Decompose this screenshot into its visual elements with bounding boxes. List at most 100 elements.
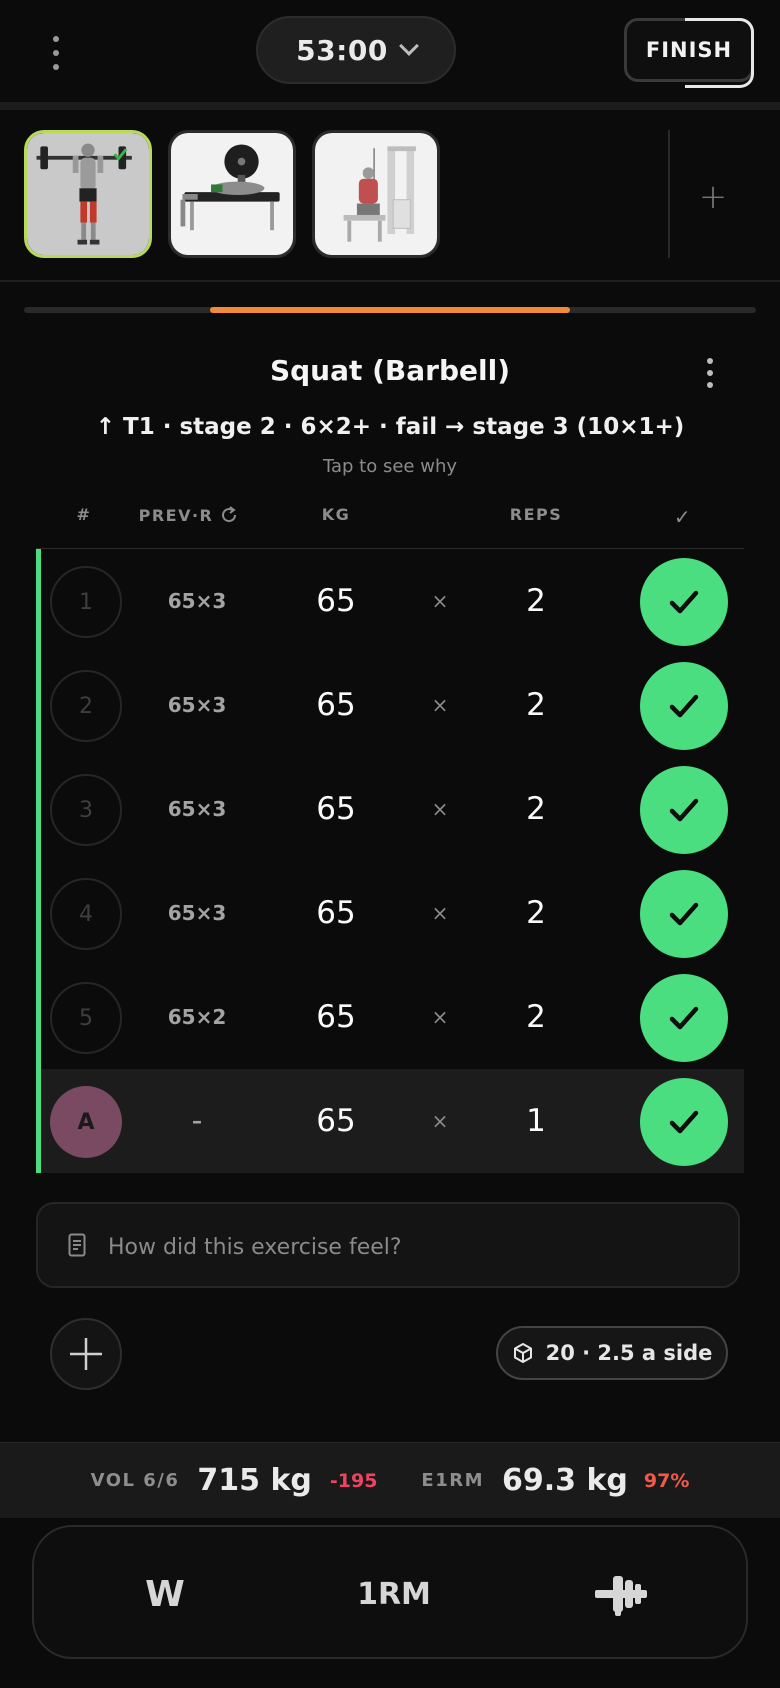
volume-label: VOL 6/6 [90,1470,180,1491]
times-symbol: × [431,589,449,613]
column-header-kg: KG [321,505,351,524]
set-number-badge[interactable]: 2 [50,670,122,742]
set-complete-button[interactable] [640,1078,728,1166]
set-complete-button[interactable] [640,558,728,646]
one-rep-max-button[interactable]: 1RM [334,1527,454,1661]
set-number-badge[interactable]: 3 [50,774,122,846]
previous-value[interactable]: 65×3 [140,549,254,653]
previous-header-label: PREV·R [138,505,214,525]
exercise-thumb-cable-row[interactable] [312,130,440,258]
previous-value[interactable]: 65×3 [140,653,254,757]
strip-divider [0,280,780,282]
set-number-badge[interactable]: 1 [50,566,122,638]
top-bar: 53:00 FINISH [0,0,780,104]
set-complete-button[interactable] [640,870,728,958]
checkmark-icon [669,1110,699,1134]
checkmark-icon [669,694,699,718]
times-symbol: × [431,693,449,717]
reps-input[interactable]: 2 [486,757,586,861]
exercise-thumb-squat[interactable] [24,130,152,258]
bottom-toolbar: W 1RM [32,1525,748,1659]
workout-menu-icon[interactable] [44,36,68,70]
kg-input[interactable]: 65 [286,861,386,965]
strip-separator [668,130,670,258]
times-symbol: × [431,1005,449,1029]
dumbbell-plate-icon [595,1576,647,1616]
finish-label: FINISH [645,38,733,62]
e1rm-label: E1RM [421,1470,485,1491]
workout-summary-bar: VOL 6/6 715 kg -195 E1RM 69.3 kg 97% [0,1442,780,1518]
column-header-set-number: # [76,505,92,524]
checkmark-icon [669,1006,699,1030]
exercise-progress-bar [24,307,756,313]
kg-input[interactable]: 65 [286,757,386,861]
checkmark-icon [669,902,699,926]
exercise-title[interactable]: Squat (Barbell) [0,354,780,387]
set-row: 3 65×3 65 × 2 [36,757,744,861]
checkmark-icon [669,590,699,614]
set-complete-button[interactable] [640,662,728,750]
previous-value[interactable]: – [140,1069,254,1173]
plate-loader-button[interactable] [586,1527,656,1661]
reps-input[interactable]: 2 [486,965,586,1069]
header-divider [0,102,780,110]
note-icon [68,1233,86,1257]
reps-input[interactable]: 1 [486,1069,586,1173]
set-complete-button[interactable] [640,766,728,854]
reps-input[interactable]: 2 [486,549,586,653]
add-set-button[interactable] [50,1318,122,1390]
exercise-thumb-bench-press[interactable] [168,130,296,258]
times-symbol: × [431,797,449,821]
add-exercise-button[interactable]: + [696,180,730,214]
previous-value[interactable]: 65×2 [140,965,254,1069]
previous-value[interactable]: 65×3 [140,861,254,965]
previous-value[interactable]: 65×3 [140,757,254,861]
column-header-previous[interactable]: PREV·R [132,505,246,525]
column-header-reps: REPS [509,505,563,524]
amrap-set-badge[interactable]: A [50,1086,122,1158]
warmup-button[interactable]: W [130,1527,200,1661]
reps-input[interactable]: 2 [486,861,586,965]
finish-button[interactable]: FINISH [624,18,754,88]
refresh-icon [222,506,237,523]
seated-row-thumbnail-icon [315,133,437,255]
exercise-progress-indicator [210,307,570,313]
set-row: 2 65×3 65 × 2 [36,653,744,757]
workout-timer-button[interactable]: 53:00 [256,16,456,84]
notes-placeholder: How did this exercise feel? [108,1234,402,1260]
set-row: 1 65×3 65 × 2 [36,549,744,653]
e1rm-percent: 97% [643,1469,690,1492]
exercise-active-accent [36,549,41,1173]
squat-thumbnail-icon [27,133,149,255]
tap-to-see-why-link[interactable]: Tap to see why [0,456,780,477]
bench-press-thumbnail-icon [171,133,293,255]
e1rm-value: 69.3 kg [502,1463,628,1498]
plates-label: 20 · 2.5 a side [545,1341,713,1365]
chevron-down-icon [398,36,419,56]
kg-input[interactable]: 65 [286,1069,386,1173]
plus-icon [70,1338,102,1370]
set-row: 5 65×2 65 × 2 [36,965,744,1069]
volume-delta: -195 [329,1469,378,1492]
kg-input[interactable]: 65 [286,549,386,653]
exercise-menu-icon[interactable] [700,358,720,388]
times-symbol: × [431,1109,449,1133]
reps-input[interactable]: 2 [486,653,586,757]
set-row-amrap: A – 65 × 1 [36,1069,744,1173]
kg-input[interactable]: 65 [286,653,386,757]
cube-icon [513,1343,532,1363]
timer-text: 53:00 [296,33,388,67]
volume-value: 715 kg [197,1463,312,1498]
set-row: 4 65×3 65 × 2 [36,861,744,965]
checkmark-icon [669,798,699,822]
set-number-badge[interactable]: 5 [50,982,122,1054]
exercise-strip: + [0,110,780,280]
progression-stage-info[interactable]: ↑ T1 · stage 2 · 6×2+ · fail → stage 3 (… [0,414,780,440]
set-complete-button[interactable] [640,974,728,1062]
kg-input[interactable]: 65 [286,965,386,1069]
set-number-badge[interactable]: 4 [50,878,122,950]
times-symbol: × [431,901,449,925]
plate-calculator-button[interactable]: 20 · 2.5 a side [496,1326,728,1380]
column-header-done: ✓ [673,505,693,529]
exercise-notes-field[interactable]: How did this exercise feel? [36,1202,740,1288]
